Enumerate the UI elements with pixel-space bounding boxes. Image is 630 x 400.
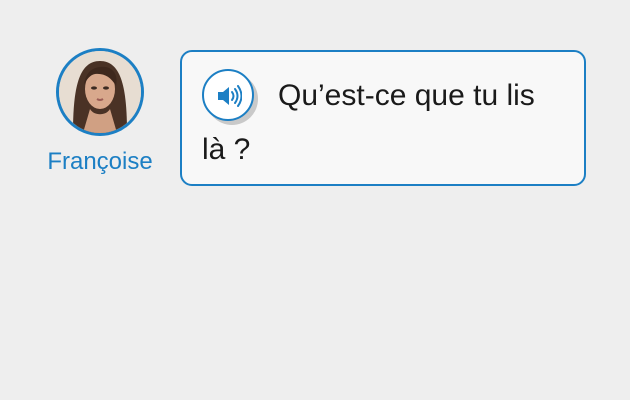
- avatar-portrait: [59, 51, 141, 133]
- avatar: [56, 48, 144, 136]
- speaker-name: Françoise: [47, 148, 153, 175]
- play-audio-button[interactable]: [202, 69, 254, 121]
- speaker-block: Françoise: [38, 48, 162, 176]
- dialogue-bubble: Qu’est-ce que tu lis là ?: [180, 50, 586, 186]
- dialogue-text-line-1: Qu’est-ce que tu lis: [278, 79, 535, 112]
- dialogue-text-line-2: là ?: [202, 133, 251, 166]
- speaker-volume-icon: [218, 85, 242, 107]
